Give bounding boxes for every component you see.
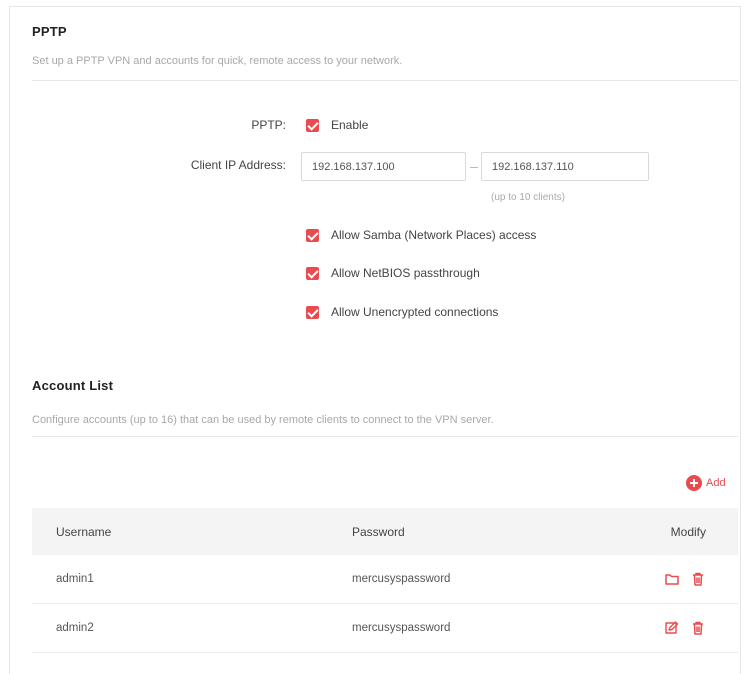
client-ip-hint: (up to 10 clients) bbox=[491, 192, 565, 203]
client-ip-end-input[interactable] bbox=[481, 152, 649, 181]
add-account-button[interactable]: Add bbox=[686, 475, 726, 491]
row-actions bbox=[664, 571, 706, 587]
delete-icon[interactable] bbox=[690, 620, 706, 636]
plus-circle-icon bbox=[686, 475, 702, 491]
ip-range-dash bbox=[470, 167, 478, 168]
password-cell: mercusyspassword bbox=[352, 573, 451, 585]
pptp-divider bbox=[32, 80, 738, 81]
pptp-label: PPTP: bbox=[251, 118, 286, 132]
pptp-enable-label: Enable bbox=[331, 118, 369, 132]
column-username: Username bbox=[56, 524, 112, 539]
account-table: Username Password Modify admin1 mercusys… bbox=[32, 508, 738, 653]
column-password: Password bbox=[352, 524, 405, 539]
table-header: Username Password Modify bbox=[32, 508, 738, 555]
account-list-description: Configure accounts (up to 16) that can b… bbox=[32, 414, 494, 426]
netbios-passthrough-checkbox[interactable] bbox=[306, 267, 319, 280]
add-account-label: Add bbox=[706, 477, 726, 489]
samba-access-checkbox[interactable] bbox=[306, 229, 319, 242]
password-cell: mercusyspassword bbox=[352, 622, 451, 634]
edit-icon[interactable] bbox=[664, 620, 680, 636]
pptp-section-title: PPTP bbox=[32, 24, 67, 39]
client-ip-start-input[interactable] bbox=[301, 152, 466, 181]
username-cell: admin2 bbox=[56, 622, 94, 634]
samba-access-label: Allow Samba (Network Places) access bbox=[331, 228, 537, 242]
delete-icon[interactable] bbox=[690, 571, 706, 587]
client-ip-label: Client IP Address: bbox=[190, 158, 286, 172]
pptp-section-description: Set up a PPTP VPN and accounts for quick… bbox=[32, 55, 403, 67]
table-row: admin1 mercusyspassword bbox=[32, 555, 738, 604]
netbios-passthrough-label: Allow NetBIOS passthrough bbox=[331, 266, 480, 280]
row-actions bbox=[664, 620, 706, 636]
unencrypted-connections-checkbox[interactable] bbox=[306, 306, 319, 319]
unencrypted-connections-label: Allow Unencrypted connections bbox=[331, 305, 499, 319]
edit-icon[interactable] bbox=[664, 571, 680, 587]
username-cell: admin1 bbox=[56, 573, 94, 585]
pptp-enable-checkbox[interactable] bbox=[306, 119, 319, 132]
column-modify: Modify bbox=[670, 524, 706, 539]
table-row: admin2 mercusyspassword bbox=[32, 604, 738, 653]
account-divider bbox=[32, 436, 738, 437]
account-list-title: Account List bbox=[32, 378, 114, 393]
